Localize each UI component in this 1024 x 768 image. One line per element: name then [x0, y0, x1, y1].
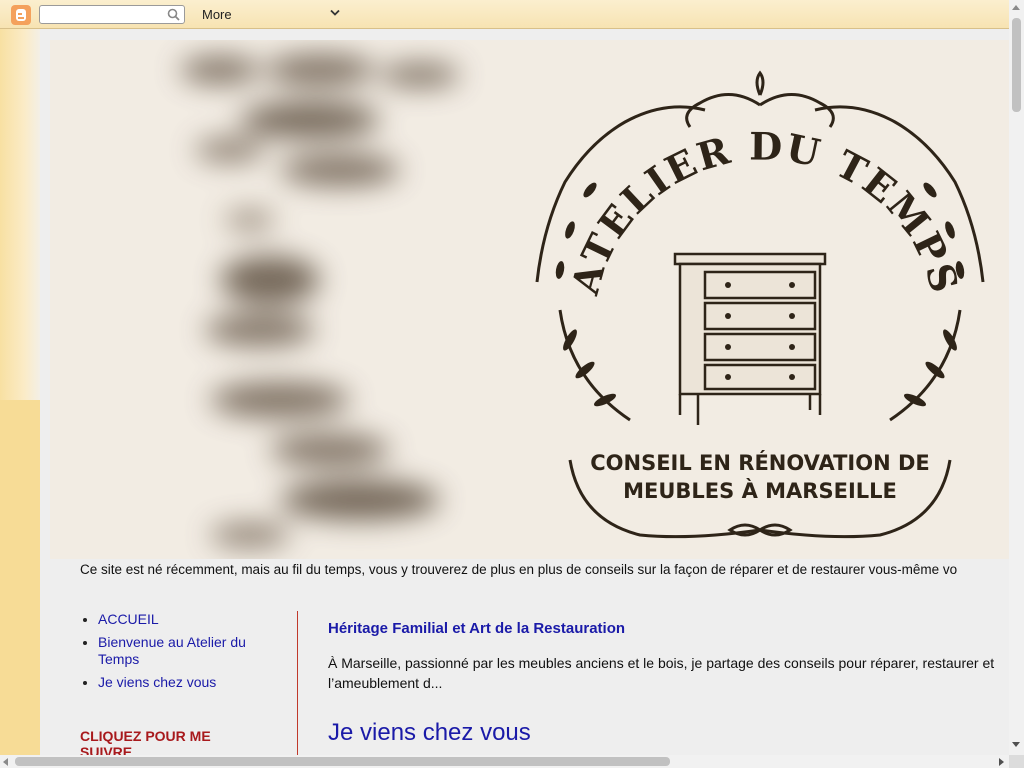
sidebar-item-bienvenue[interactable]: Bienvenue au Atelier du Temps: [98, 634, 290, 668]
search-icon[interactable]: [167, 8, 180, 21]
column-divider: [297, 611, 298, 755]
sidebar-pages: ACCUEIL Bienvenue au Atelier du Temps Je…: [80, 611, 290, 697]
sidebar-link-bienvenue[interactable]: Bienvenue au Atelier du Temps: [98, 634, 246, 667]
vertical-scrollbar[interactable]: [1009, 0, 1024, 755]
post-snippet: À Marseille, passionné par les meubles a…: [328, 655, 995, 691]
more-button[interactable]: More: [202, 7, 232, 23]
horizontal-scroll-thumb[interactable]: [15, 757, 670, 766]
scroll-down-arrow-icon[interactable]: [1012, 742, 1020, 747]
post-title-heritage[interactable]: Héritage Familial et Art de la Restaurat…: [328, 620, 1009, 637]
atelier-logo: ATELIER DU TEMPS CONSEIL EN RÉNOVATION D…: [535, 70, 985, 539]
follow-heading: CLIQUEZ POUR ME SUIVRE: [80, 728, 211, 755]
left-gradient-band: [0, 29, 40, 400]
sidebar-item-label: ACCUEIL: [98, 611, 159, 627]
logo-subtitle-line1: CONSEIL EN RÉNOVATION DE: [590, 450, 930, 475]
blogger-navbar: More: [0, 0, 1009, 29]
blogger-logo-icon[interactable]: [11, 5, 31, 25]
horizontal-scrollbar[interactable]: [0, 755, 1009, 768]
main-posts: Héritage Familial et Art de la Restaurat…: [328, 620, 1009, 747]
scroll-left-arrow-icon[interactable]: [3, 758, 8, 766]
navbar-search-box[interactable]: [39, 5, 185, 24]
sidebar-item-accueil[interactable]: ACCUEIL: [98, 611, 290, 628]
sidebar-item-label: Je viens chez vous: [98, 674, 217, 690]
post-title-je-viens[interactable]: Je viens chez vous: [328, 719, 1009, 747]
blurred-decoration: [180, 54, 460, 547]
vertical-scroll-thumb[interactable]: [1012, 18, 1021, 112]
navbar-search-input[interactable]: [44, 7, 164, 23]
scroll-right-arrow-icon[interactable]: [999, 758, 1004, 766]
scroll-up-arrow-icon[interactable]: [1012, 5, 1020, 10]
dresser-illustration: [673, 252, 827, 425]
sidebar-link-je-viens[interactable]: Je viens chez vous: [98, 674, 216, 690]
left-band: [0, 400, 40, 755]
sidebar-link-accueil[interactable]: ACCUEIL: [98, 611, 159, 627]
chevron-down-icon[interactable]: [330, 9, 340, 17]
blog-content: ATELIER DU TEMPS CONSEIL EN RÉNOVATION D…: [40, 29, 1009, 755]
scrollbar-corner: [1009, 755, 1024, 768]
sidebar-item-je-viens[interactable]: Je viens chez vous: [98, 674, 290, 691]
sidebar-item-label: Bienvenue au Atelier du Temps: [98, 634, 246, 667]
header-banner-image[interactable]: ATELIER DU TEMPS CONSEIL EN RÉNOVATION D…: [50, 40, 1009, 559]
logo-subtitle-line2: MEUBLES À MARSEILLE: [623, 478, 897, 503]
blog-description: Ce site est né récemment, mais au fil du…: [80, 562, 958, 577]
